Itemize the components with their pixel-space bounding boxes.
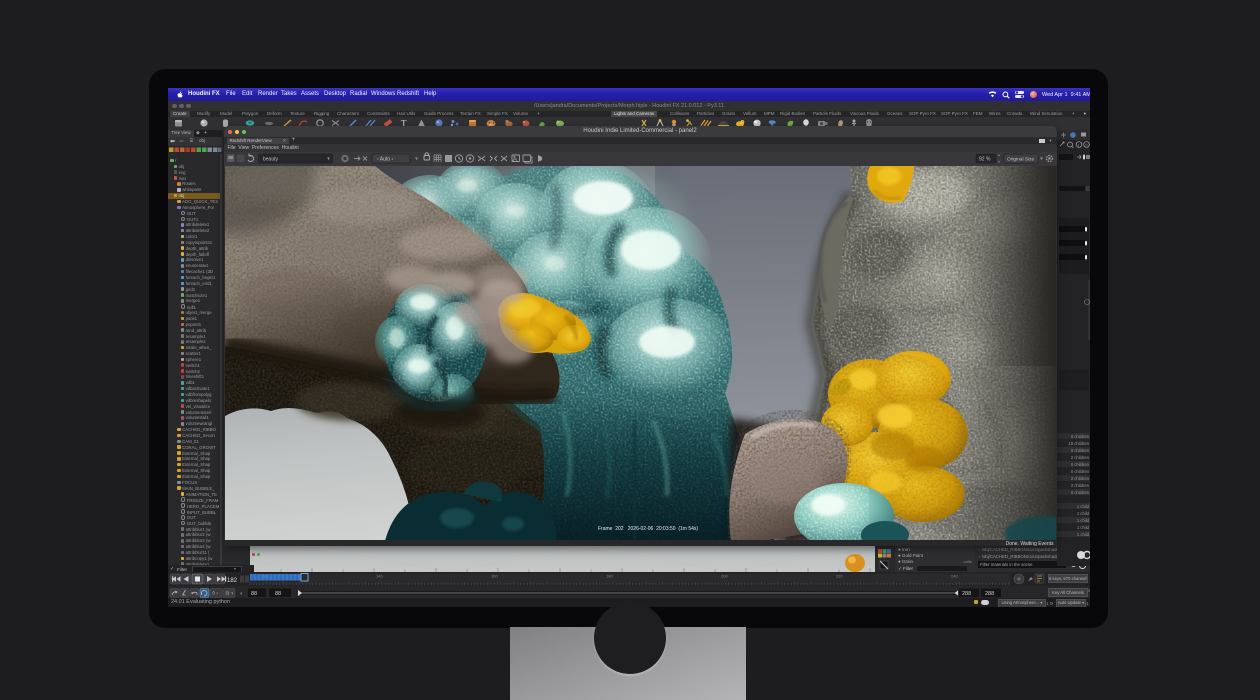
svg-text:Original Size: Original Size	[1007, 157, 1035, 163]
svg-text:88: 88	[275, 591, 281, 597]
svg-text:‹ Auto ›: ‹ Auto ›	[377, 157, 393, 163]
svg-text:⛓ ▾: ⛓ ▾	[225, 591, 233, 596]
svg-text:182: 182	[227, 578, 238, 584]
svg-text:180: 180	[606, 574, 613, 579]
svg-text:220: 220	[836, 574, 843, 579]
svg-text:288: 288	[962, 591, 971, 597]
svg-text:18 children: 18 children	[1068, 441, 1089, 446]
svg-text:i: i	[1077, 142, 1078, 147]
svg-text:140: 140	[376, 574, 383, 579]
svg-text:1 child: 1 child	[1076, 532, 1089, 537]
svg-text:1 child: 1 child	[1076, 504, 1089, 509]
svg-text:240: 240	[951, 574, 958, 579]
svg-text:0 children: 0 children	[1070, 490, 1089, 495]
svg-text:120: 120	[261, 574, 268, 579]
svg-text:1 child: 1 child	[1076, 518, 1089, 523]
svg-text:0 children: 0 children	[1070, 469, 1089, 474]
svg-text:2 children: 2 children	[1070, 476, 1089, 481]
svg-text:2 children: 2 children	[1070, 483, 1089, 488]
svg-text:2 children: 2 children	[1070, 455, 1089, 460]
svg-text:0 children: 0 children	[1070, 462, 1089, 467]
svg-text:beauty: beauty	[263, 157, 279, 163]
svg-text:288: 288	[985, 591, 994, 597]
svg-text:160: 160	[491, 574, 498, 579]
svg-text:1 child: 1 child	[1076, 511, 1089, 516]
svg-text:Frame 202 2026-02-06 20:03: Frame 202 2026-02-06 20:03:50 (1m 54s)	[598, 526, 698, 532]
svg-text:200: 200	[721, 574, 728, 579]
svg-text:0 children: 0 children	[1070, 434, 1089, 439]
svg-text:1 child: 1 child	[1076, 525, 1089, 530]
svg-text:88: 88	[251, 591, 257, 597]
svg-text:0 children: 0 children	[1070, 448, 1089, 453]
svg-text:▾: ▾	[240, 591, 243, 596]
svg-text:⏱ ▾: ⏱ ▾	[212, 591, 218, 596]
svg-text:92 %: 92 %	[979, 157, 991, 163]
